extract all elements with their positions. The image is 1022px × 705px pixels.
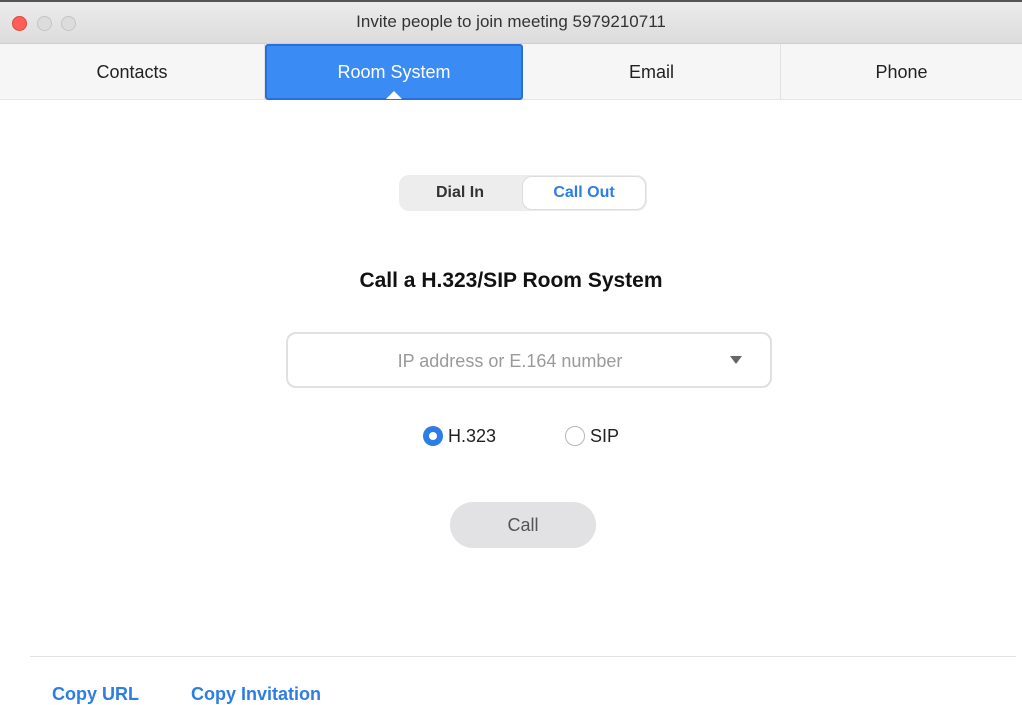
tab-email[interactable]: Email xyxy=(523,44,781,100)
tab-room-system-label: Room System xyxy=(337,61,451,82)
tab-contacts[interactable]: Contacts xyxy=(0,44,265,100)
window-title: Invite people to join meeting 5979210711 xyxy=(356,12,666,31)
radio-selected-icon[interactable] xyxy=(423,426,443,446)
footer-divider xyxy=(30,656,1016,657)
radio-unselected-icon[interactable] xyxy=(565,426,585,446)
protocol-sip-option[interactable]: SIP xyxy=(565,423,619,449)
copy-invitation-link[interactable]: Copy Invitation xyxy=(191,684,321,705)
protocol-sip-label: SIP xyxy=(590,425,620,446)
title-bar: Invite people to join meeting 5979210711 xyxy=(0,0,1022,44)
title-bar-edge xyxy=(0,0,1022,2)
address-input[interactable] xyxy=(300,334,720,388)
tab-bar: Contacts Room System Email Phone xyxy=(0,44,1022,100)
tab-room-system[interactable]: Room System xyxy=(265,44,523,100)
call-out-option[interactable]: Call Out xyxy=(523,177,645,209)
dial-mode-toggle: Dial In Call Out xyxy=(399,175,647,211)
dropdown-arrow-icon[interactable] xyxy=(730,356,742,364)
active-tab-caret-icon xyxy=(386,91,402,99)
protocol-h323-label: H.323 xyxy=(448,425,497,446)
protocol-h323-option[interactable]: H.323 xyxy=(423,423,496,449)
page-title: Call a H.323/SIP Room System xyxy=(359,269,663,292)
copy-url-link[interactable]: Copy URL xyxy=(52,684,139,705)
address-combobox[interactable] xyxy=(286,332,772,388)
dial-in-option[interactable]: Dial In xyxy=(399,175,521,211)
call-button[interactable]: Call xyxy=(450,502,596,548)
tab-phone[interactable]: Phone xyxy=(781,44,1022,100)
